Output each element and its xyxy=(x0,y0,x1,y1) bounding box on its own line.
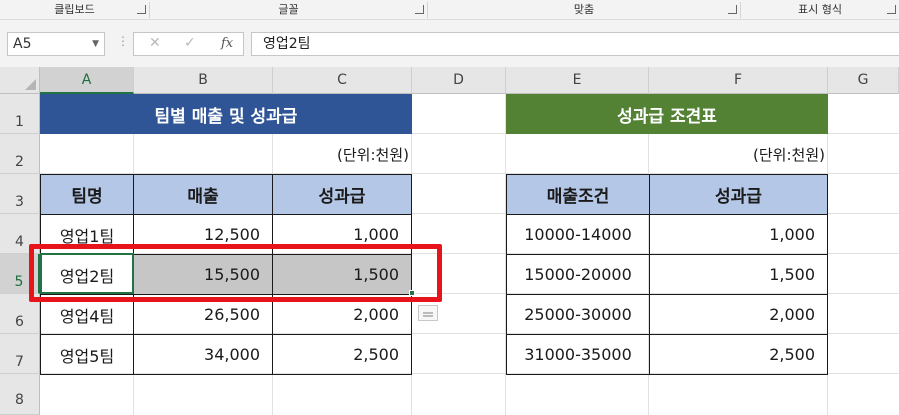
team-cell[interactable]: 영업2팀 xyxy=(40,254,134,295)
sales-cell[interactable]: 15,500 xyxy=(133,254,273,295)
column-header-g[interactable]: G xyxy=(828,67,899,94)
condition-cell[interactable]: 25000-30000 xyxy=(506,294,650,335)
bonus-cell[interactable]: 2,000 xyxy=(272,294,412,335)
row-header-7[interactable]: 7 xyxy=(0,334,40,374)
sales-cell[interactable]: 12,500 xyxy=(133,214,273,255)
column-header-a[interactable]: A xyxy=(40,67,134,94)
insert-function-icon[interactable]: fx xyxy=(221,36,233,51)
ribbon-group-number-label: 표시 형식 xyxy=(798,3,842,16)
chevron-down-icon[interactable]: ▼ xyxy=(92,33,99,55)
column-header-b[interactable]: B xyxy=(134,67,273,94)
row-header-8[interactable]: 8 xyxy=(0,374,40,415)
lookup-bonus-cell[interactable]: 2,500 xyxy=(649,334,828,375)
dialog-launcher-icon[interactable] xyxy=(137,5,146,14)
fill-handle[interactable] xyxy=(409,290,415,296)
sales-cell[interactable]: 34,000 xyxy=(133,334,273,375)
bonus-cell[interactable]: 2,500 xyxy=(272,334,412,375)
column-header-e[interactable]: E xyxy=(506,67,649,94)
column-header-f[interactable]: F xyxy=(649,67,828,94)
enter-check-icon[interactable]: ✓ xyxy=(184,35,196,51)
header-team[interactable]: 팀명 xyxy=(40,174,134,215)
ribbon-group-number: 표시 형식 xyxy=(741,0,899,20)
name-box-value: A5 xyxy=(13,36,32,52)
column-header-d[interactable]: D xyxy=(412,67,506,94)
row-header-1[interactable]: 1 xyxy=(0,94,40,134)
condition-cell[interactable]: 10000-14000 xyxy=(506,214,650,255)
ribbon-group-alignment: 맞춤 xyxy=(428,0,740,20)
select-all-corner[interactable] xyxy=(0,67,40,94)
row-header-2[interactable]: 2 xyxy=(0,134,40,174)
row-header-6[interactable]: 6 xyxy=(0,294,40,334)
header-sales[interactable]: 매출 xyxy=(133,174,273,215)
right-unit-label[interactable]: (단위:천원) xyxy=(649,134,828,174)
more-vertical-icon[interactable]: ⋮ xyxy=(117,34,129,48)
lookup-bonus-cell[interactable]: 1,500 xyxy=(649,254,828,295)
ribbon-group-bar: 클립보드 글꼴 맞춤 표시 형식 xyxy=(0,0,899,20)
ribbon-group-alignment-label: 맞춤 xyxy=(573,3,595,16)
bonus-cell[interactable]: 1,500 xyxy=(272,254,412,295)
row-header-5[interactable]: 5 xyxy=(0,254,40,294)
team-cell[interactable]: 영업5팀 xyxy=(40,334,134,375)
quick-analysis-icon[interactable] xyxy=(418,305,438,321)
dialog-launcher-icon[interactable] xyxy=(415,5,424,14)
formula-bar: A5 ▼ ⋮ ✕ ✓ fx 영업2팀 xyxy=(0,20,899,67)
ribbon-group-font: 글꼴 xyxy=(150,0,427,20)
right-table-title[interactable]: 성과급 조견표 xyxy=(506,94,828,134)
condition-cell[interactable]: 15000-20000 xyxy=(506,254,650,295)
team-cell[interactable]: 영업4팀 xyxy=(40,294,134,335)
left-table-title[interactable]: 팀별 매출 및 성과급 xyxy=(40,94,412,134)
dialog-launcher-icon[interactable] xyxy=(887,5,896,14)
sales-cell[interactable]: 26,500 xyxy=(133,294,273,335)
formula-buttons: ✕ ✓ fx xyxy=(133,32,244,56)
dialog-launcher-icon[interactable] xyxy=(728,5,737,14)
row-header-3[interactable]: 3 xyxy=(0,174,40,214)
lookup-bonus-cell[interactable]: 1,000 xyxy=(649,214,828,255)
cancel-icon[interactable]: ✕ xyxy=(149,35,161,51)
ribbon-group-font-label: 글꼴 xyxy=(278,3,299,16)
ribbon-group-clipboard-label: 클립보드 xyxy=(54,3,95,16)
ribbon-group-clipboard: 클립보드 xyxy=(0,0,149,20)
header-condition[interactable]: 매출조건 xyxy=(506,174,650,215)
lookup-bonus-cell[interactable]: 2,000 xyxy=(649,294,828,335)
condition-cell[interactable]: 31000-35000 xyxy=(506,334,650,375)
bonus-cell[interactable]: 1,000 xyxy=(272,214,412,255)
name-box[interactable]: A5 ▼ xyxy=(7,32,105,56)
formula-input[interactable]: 영업2팀 xyxy=(251,32,899,56)
team-cell[interactable]: 영업1팀 xyxy=(40,214,134,255)
row-header-4[interactable]: 4 xyxy=(0,214,40,254)
left-unit-label[interactable]: (단위:천원) xyxy=(273,134,412,174)
header-bonus[interactable]: 성과급 xyxy=(272,174,412,215)
header-lookup-bonus[interactable]: 성과급 xyxy=(649,174,828,215)
column-header-c[interactable]: C xyxy=(273,67,412,94)
